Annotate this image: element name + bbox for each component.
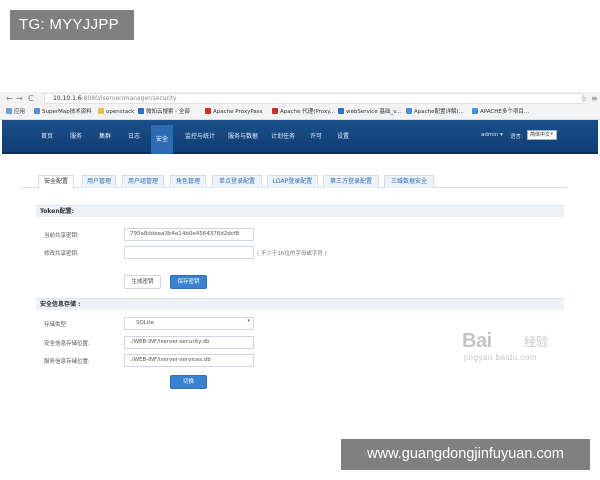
folder-icon bbox=[98, 108, 104, 114]
tab-user-group-management[interactable]: 用户组管理 bbox=[122, 175, 164, 188]
bookmark-item[interactable]: SuperMap技术资料 bbox=[34, 108, 92, 117]
bookmark-favicon-icon bbox=[34, 108, 40, 114]
language-label: 语言: bbox=[510, 134, 523, 140]
tab-third-party-login[interactable]: 第三方登录配置 bbox=[323, 175, 379, 188]
bookmark-item[interactable]: webService 基础_v... bbox=[338, 108, 401, 117]
baidu-jingyan-logo: Bai 经验 jingyan.baidu.com bbox=[462, 330, 549, 362]
url-host: 10.10.1.6 bbox=[53, 95, 82, 102]
bookmark-item[interactable]: Apache配置详解(... bbox=[406, 108, 464, 117]
nav-security[interactable]: 安全 bbox=[151, 125, 173, 154]
tab-role-management[interactable]: 角色管理 bbox=[170, 175, 206, 188]
token-section-title: Token配置: bbox=[36, 205, 564, 217]
bookmark-favicon-icon bbox=[272, 108, 278, 114]
switch-storage-button[interactable]: 切换 bbox=[170, 375, 207, 389]
current-key-field: 795a8ddeea3b4e14b0e4564376d2dcf8 bbox=[124, 228, 254, 241]
tab-sso-config[interactable]: 单点登录配置 bbox=[212, 175, 262, 188]
services-db-input[interactable]: ./WEB-INF/iserver-services.db bbox=[124, 354, 254, 367]
bookmark-favicon-icon bbox=[472, 108, 478, 114]
security-db-input[interactable]: ./WEB-INF/iserver-security.db bbox=[124, 336, 254, 349]
storage-section-title: 安全信息存储 : bbox=[36, 298, 564, 310]
bookmark-item[interactable]: Apache ProxyPass bbox=[205, 108, 263, 117]
bookmark-item[interactable]: APACHE多个项目... bbox=[472, 108, 529, 117]
page: TG: MYYJJPP ← → C 10.10.1.6:8080/iserver… bbox=[0, 0, 600, 480]
nav-license[interactable]: 许可 bbox=[309, 131, 323, 143]
services-db-label: 服务信息存储位置: bbox=[44, 359, 90, 365]
reload-icon[interactable]: C bbox=[28, 94, 34, 104]
storage-type-label: 存储类型: bbox=[44, 322, 68, 328]
chevron-down-icon: ▾ bbox=[550, 131, 553, 137]
nav-home[interactable]: 首页 bbox=[40, 131, 54, 143]
bookmark-item[interactable]: openstack bbox=[98, 108, 134, 117]
nav-service-data[interactable]: 服务与数据 bbox=[227, 131, 259, 143]
nav-services[interactable]: 服务 bbox=[69, 131, 83, 143]
modify-key-hint: ( 不少于16位的字母或字符 ) bbox=[257, 251, 327, 257]
bookmark-favicon-icon bbox=[338, 108, 344, 114]
save-key-button[interactable]: 保存密钥 bbox=[170, 275, 207, 289]
tab-ldap-config[interactable]: LDAP登录配置 bbox=[267, 175, 318, 188]
modify-key-input[interactable] bbox=[124, 246, 254, 259]
chevron-down-icon: ▾ bbox=[247, 318, 250, 324]
bookmark-favicon-icon bbox=[406, 108, 412, 114]
modify-key-label: 修改共享密钥: bbox=[44, 251, 79, 257]
back-icon[interactable]: ← bbox=[6, 94, 13, 104]
tab-user-management[interactable]: 用户管理 bbox=[82, 175, 116, 188]
nav-cluster[interactable]: 集群 bbox=[98, 131, 112, 143]
site-watermark: www.guangdongjinfuyuan.com bbox=[341, 439, 590, 470]
generate-key-button[interactable]: 生成密钥 bbox=[124, 275, 161, 289]
forward-icon[interactable]: → bbox=[16, 94, 23, 104]
current-key-label: 当前共享密钥: bbox=[44, 233, 79, 239]
url-bar[interactable]: 10.10.1.6:8080/iserver/manager/security bbox=[44, 93, 584, 104]
storage-type-select[interactable]: SQLite ▾ bbox=[124, 317, 254, 330]
language-select[interactable]: 简体中文 ▾ bbox=[527, 130, 557, 140]
tg-watermark: TG: MYYJJPP bbox=[10, 10, 134, 40]
apps-icon bbox=[6, 108, 12, 114]
user-menu[interactable]: admin ▾ bbox=[481, 132, 503, 138]
bookmark-favicon-icon bbox=[138, 108, 144, 114]
bookmark-favicon-icon bbox=[205, 108, 211, 114]
browser-menu-icon[interactable]: ≡ bbox=[591, 94, 598, 103]
bookmark-star-icon[interactable]: ☆ bbox=[580, 94, 587, 103]
bookmark-item[interactable]: Apache 代理(Proxy... bbox=[272, 108, 335, 117]
nav-scheduled-tasks[interactable]: 计划任务 bbox=[270, 131, 296, 143]
tab-3d-data-security[interactable]: 三维数据安全 bbox=[384, 175, 434, 188]
tab-security-config[interactable]: 安全配置 bbox=[38, 175, 74, 189]
security-db-label: 安全信息存储位置: bbox=[44, 341, 90, 347]
nav-settings[interactable]: 设置 bbox=[336, 131, 350, 143]
top-navbar bbox=[2, 120, 598, 154]
bookmark-item[interactable]: 微知云搜索 - 全部 bbox=[138, 108, 190, 117]
nav-monitoring[interactable]: 监控与统计 bbox=[184, 131, 216, 143]
url-path: :8080/iserver/manager/security bbox=[81, 95, 177, 102]
bookmark-item[interactable]: 应用 bbox=[6, 108, 25, 117]
nav-logs[interactable]: 日志 bbox=[127, 131, 141, 143]
